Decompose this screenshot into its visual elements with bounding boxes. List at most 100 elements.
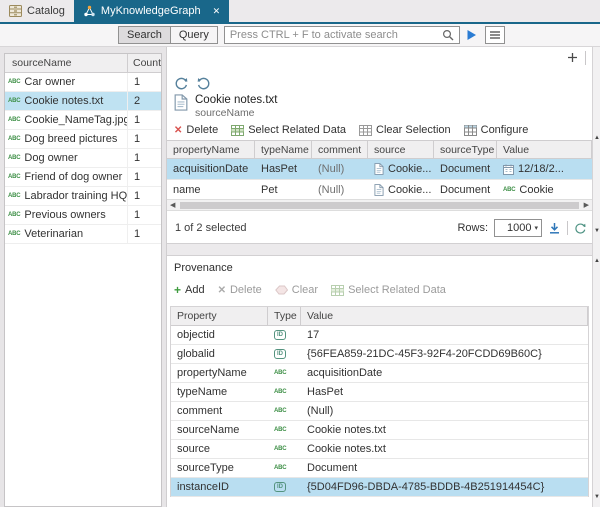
add-button[interactable]: + Add [174,284,205,296]
cell-source: Cookie... [368,180,434,200]
source-count: 1 [128,168,161,186]
delete-x-icon: ✕ [218,285,226,296]
search-mode-button[interactable]: Search [119,27,170,43]
cell-property: instanceID [171,478,268,496]
provenance-table-header: Property Type Value [171,307,588,326]
text-field-icon: ABC [8,174,20,180]
scroll-right-icon[interactable]: ▶ [584,201,589,210]
cell-value: ABC Cookie [497,180,592,200]
cell-comment: (Null) [312,180,368,200]
provenance-title: Provenance [174,262,233,274]
col-property[interactable]: Property [171,307,268,325]
provenance-row[interactable]: sourceName ABC Cookie notes.txt [171,421,588,440]
source-row-selected[interactable]: ABCCookie notes.txt 2 [5,92,161,111]
horizontal-scrollbar[interactable]: ◀ ▶ [167,199,592,211]
date-icon [503,164,514,175]
cell-value: Cookie notes.txt [301,440,588,458]
tab-catalog-label: Catalog [27,5,65,17]
text-field-icon: ABC [274,408,286,414]
cell-property: sourceName [171,421,268,439]
col-sourcetype[interactable]: sourceType [434,141,497,158]
run-search-button[interactable] [462,26,482,44]
text-field-icon: ABC [8,231,20,237]
document-icon [374,163,384,175]
cell-value: Cookie notes.txt [301,421,588,439]
property-row-selected[interactable]: acquisitionDate HasPet (Null) Cookie... … [167,159,592,180]
text-field-icon: ABC [274,427,286,433]
circular-arrow-right-icon[interactable] [196,76,211,91]
provenance-row[interactable]: propertyName ABC acquisitionDate [171,364,588,383]
app-window: Catalog MyKnowledgeGraph ✕ Search Query … [0,0,600,507]
text-field-icon: ABC [8,212,20,218]
source-name: Labrador training HQ [24,190,127,202]
tab-myknowledgegraph[interactable]: MyKnowledgeGraph ✕ [74,0,229,22]
cell-comment: (Null) [312,159,368,179]
vertical-scroll-rail[interactable]: ▲ ▼ ▲ ▼ [592,47,600,507]
provenance-row[interactable]: comment ABC (Null) [171,402,588,421]
configure-button[interactable]: Configure [464,124,529,136]
search-icon [442,29,454,41]
circular-arrow-left-icon[interactable] [174,76,189,91]
clear-button-disabled[interactable]: Clear [275,284,318,296]
select-related-data-button-disabled[interactable]: Select Related Data [331,284,446,296]
search-input[interactable]: Press CTRL + F to activate search [224,26,460,44]
rows-per-page-select[interactable]: 1000 ▾ [494,219,542,237]
entity-title: Cookie notes.txt [195,94,277,106]
provenance-row-selected[interactable]: instanceID ID {5D04FD96-DBDA-4785-BDDB-4… [171,478,588,497]
delete-x-icon: ✕ [174,125,182,136]
col-count[interactable]: Count [128,54,161,72]
col-type[interactable]: Type [268,307,301,325]
source-row[interactable]: ABCPrevious owners 1 [5,206,161,225]
delete-button-disabled[interactable]: ✕ Delete [218,284,262,296]
source-row[interactable]: ABCLabrador training HQ 1 [5,187,161,206]
selected-entity-header: Cookie notes.txt sourceName [174,94,277,119]
source-name: Veterinarian [24,228,83,240]
delete-button[interactable]: ✕ Delete [174,124,218,136]
refresh-button[interactable] [574,222,587,235]
source-row[interactable]: ABCFriend of dog owner 1 [5,168,161,187]
source-row[interactable]: ABCVeterinarian 1 [5,225,161,244]
col-value[interactable]: Value [301,307,588,325]
detail-panel: Cookie notes.txt sourceName ✕ Delete Sel… [166,47,592,507]
col-comment[interactable]: comment [312,141,368,158]
view-tabbar: Catalog MyKnowledgeGraph ✕ [0,0,600,22]
panel-splitter[interactable] [167,243,592,256]
select-related-data-button[interactable]: Select Related Data [231,124,346,136]
provenance-row[interactable]: typeName ABC HasPet [171,383,588,402]
col-propertyname[interactable]: propertyName [167,141,255,158]
cell-property: comment [171,402,268,420]
add-icon[interactable] [567,52,578,63]
entity-nav-icons [174,76,211,91]
col-source[interactable]: source [368,141,434,158]
source-row[interactable]: ABCCookie_NameTag.jpg 1 [5,111,161,130]
source-row[interactable]: ABCCar owner 1 [5,73,161,92]
provenance-row[interactable]: globalid ID {56FEA859-21DC-45F3-92F4-20F… [171,345,588,364]
scroll-down-icon[interactable]: ▼ [593,494,600,500]
clear-selection-button[interactable]: Clear Selection [359,124,451,136]
scroll-left-icon[interactable]: ◀ [170,201,175,210]
export-button[interactable] [548,222,561,234]
scroll-up-icon[interactable]: ▲ [593,258,600,264]
provenance-row[interactable]: sourceType ABC Document [171,459,588,478]
provenance-row[interactable]: source ABC Cookie notes.txt [171,440,588,459]
source-row[interactable]: ABCDog owner 1 [5,149,161,168]
property-row[interactable]: name Pet (Null) Cookie... Document ABC C… [167,180,592,201]
provenance-row[interactable]: objectid ID 17 [171,326,588,345]
source-row[interactable]: ABCDog breed pictures 1 [5,130,161,149]
options-menu-button[interactable] [485,26,505,44]
id-field-icon: ID [274,330,286,340]
scrollbar-thumb[interactable] [180,202,579,209]
query-mode-button[interactable]: Query [170,27,217,43]
source-name: Previous owners [24,209,105,221]
table-statusbar: 1 of 2 selected Rows: 1000 ▾ [167,217,592,239]
entity-subtitle: sourceName [195,107,277,119]
scroll-down-icon[interactable]: ▼ [593,228,600,234]
col-value[interactable]: Value [497,141,592,158]
configure-table-icon [464,125,477,136]
selection-count: 1 of 2 selected [175,222,247,234]
scroll-up-icon[interactable]: ▲ [593,135,600,141]
tab-catalog[interactable]: Catalog [0,0,74,22]
col-sourcename[interactable]: sourceName [5,54,128,72]
close-icon[interactable]: ✕ [213,7,221,16]
col-typename[interactable]: typeName [255,141,312,158]
